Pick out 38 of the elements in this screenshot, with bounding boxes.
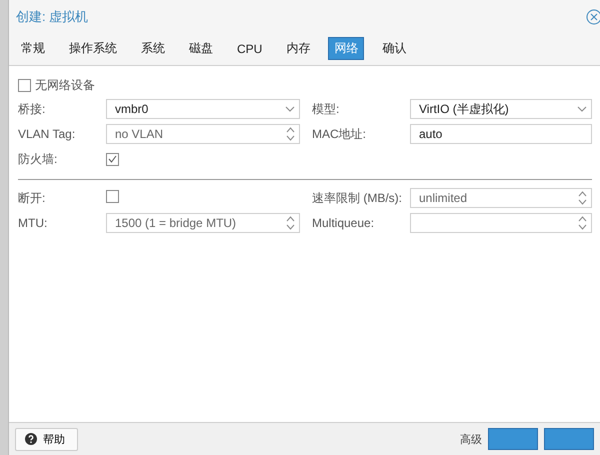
number-field[interactable]: unlimited (410, 188, 592, 208)
field-label: MTU: (18, 216, 48, 230)
help-icon (25, 433, 37, 445)
field-label: 防火墙: (18, 150, 58, 168)
spinner-arrows-icon (578, 216, 587, 230)
field-label: 桥接: (18, 100, 46, 118)
checkbox[interactable] (18, 78, 31, 92)
number-field[interactable] (410, 213, 592, 233)
dropdown-field[interactable]: vmbr0 (106, 99, 300, 119)
tab[interactable]: 常规 (15, 37, 51, 60)
field-label: 断开: (18, 190, 46, 206)
tab[interactable]: 内存 (280, 37, 316, 60)
spinner-arrows-icon (286, 127, 295, 141)
spinner-arrows-icon (286, 216, 295, 230)
tab[interactable]: 操作系统 (63, 37, 123, 60)
number-field[interactable]: 1500 (1 = bridge MTU) (106, 213, 300, 233)
checkbox[interactable] (106, 190, 119, 203)
checkbox[interactable] (106, 152, 119, 166)
tab[interactable]: 系统 (135, 37, 171, 60)
field-label: MAC地址: (312, 126, 367, 142)
field-label: 速率限制 (MB/s): (312, 190, 403, 206)
tab[interactable]: 确认 (376, 37, 412, 60)
help-button[interactable]: 帮助 (15, 428, 78, 450)
advanced-label: 高级 (460, 432, 482, 446)
chevron-down-icon (577, 106, 587, 112)
field-label: Multiqueue: (312, 216, 376, 230)
tab[interactable]: 磁盘 (183, 37, 219, 60)
chevron-down-icon (285, 106, 295, 112)
window-title: 创建: 虚拟机 (16, 8, 88, 26)
spinner-arrows-icon (578, 191, 587, 205)
close-icon[interactable] (586, 9, 600, 25)
checkbox-label: 无网络设备 (35, 76, 95, 94)
dropdown-field[interactable]: VirtIO (半虚拟化) (410, 99, 592, 119)
text-field[interactable]: auto (410, 124, 592, 144)
field-label: 模型: (312, 100, 340, 118)
number-field[interactable]: no VLAN (106, 124, 300, 144)
field-label: VLAN Tag: (18, 127, 76, 141)
tab[interactable]: CPU (231, 37, 268, 60)
